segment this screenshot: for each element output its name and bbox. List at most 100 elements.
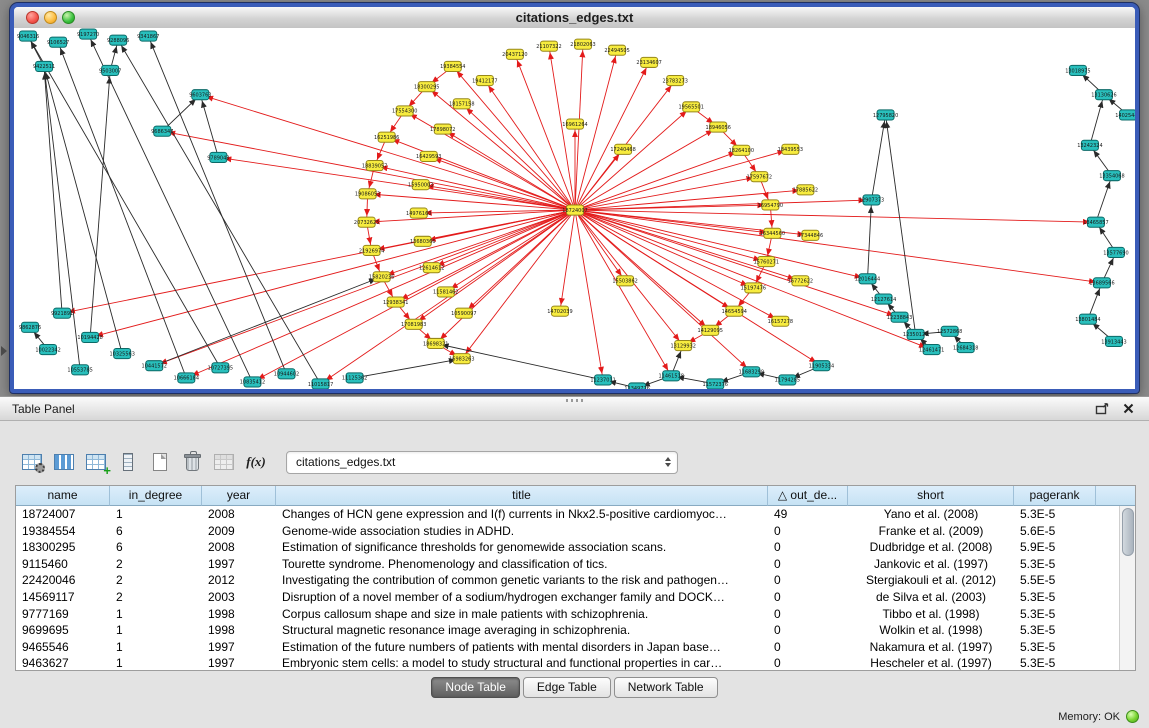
network-node[interactable]: 18157158 (449, 99, 474, 109)
network-node[interactable]: 17898072 (430, 124, 455, 134)
network-edge[interactable] (575, 210, 753, 288)
network-node[interactable]: 21802063 (570, 39, 595, 49)
network-node[interactable]: 11572376 (703, 379, 728, 389)
table-row[interactable]: 1872400712008Changes of HCN gene express… (16, 506, 1135, 523)
network-node[interactable]: 9862876 (19, 322, 41, 332)
network-node[interactable]: 13242324 (1077, 140, 1102, 150)
network-node[interactable]: 10325563 (109, 349, 134, 359)
row-height-icon-button[interactable] (112, 448, 144, 476)
network-node[interactable]: 11905334 (809, 361, 834, 371)
network-node[interactable]: 9921891 (51, 308, 73, 318)
table-options-icon-button[interactable] (16, 448, 48, 476)
network-node[interactable]: 9288096 (107, 35, 129, 45)
network-node[interactable]: 10666184 (174, 373, 199, 383)
network-node[interactable]: 10441572 (142, 361, 167, 371)
table-row[interactable]: 911546021997Tourette syndrome. Phenomeno… (16, 556, 1135, 573)
table-scrollbar[interactable] (1119, 506, 1135, 670)
table-scrollbar-thumb[interactable] (1122, 508, 1134, 556)
network-edge[interactable] (485, 81, 575, 210)
tab-edge-table[interactable]: Edge Table (523, 677, 611, 698)
network-node[interactable]: 22494505 (604, 45, 629, 55)
float-panel-icon[interactable] (1093, 401, 1111, 417)
collapse-panel-arrow-icon[interactable] (1, 346, 7, 356)
new-column-icon-button[interactable] (144, 448, 176, 476)
network-node[interactable]: 18839057 (362, 160, 387, 170)
network-edge[interactable] (575, 210, 671, 376)
network-edge[interactable] (44, 66, 80, 369)
network-node[interactable]: 10727395 (208, 363, 233, 373)
network-node[interactable]: 11794285 (775, 375, 800, 385)
network-node[interactable]: 12938341 (383, 297, 408, 307)
network-edge[interactable] (453, 66, 575, 210)
network-edge[interactable] (575, 127, 718, 210)
network-window-titlebar[interactable]: citations_edges.txt (14, 7, 1135, 29)
network-svg[interactable]: 1872400719384554183002951755430016251986… (14, 28, 1135, 389)
network-node[interactable]: 23134607 (636, 57, 661, 67)
network-node[interactable]: 15820236 (369, 272, 394, 282)
network-node[interactable]: 10944602 (274, 369, 299, 379)
network-edge[interactable] (44, 66, 62, 313)
network-node[interactable]: 17554300 (392, 106, 417, 116)
network-node[interactable]: 18300295 (414, 82, 439, 92)
network-edge[interactable] (396, 210, 575, 302)
column-header-short[interactable]: short (848, 486, 1014, 506)
network-node[interactable]: 16429593 (416, 151, 441, 161)
column-header-year[interactable]: year (202, 486, 276, 506)
network-node[interactable]: 16157278 (768, 316, 793, 326)
network-edge[interactable] (515, 54, 575, 210)
network-node[interactable]: 10553785 (67, 365, 92, 375)
network-node[interactable]: 13354068 (1099, 171, 1124, 181)
network-node[interactable]: 13913443 (1101, 336, 1126, 346)
network-node[interactable]: 12684318 (953, 342, 978, 352)
column-header-in_degree[interactable]: in_degree (110, 486, 202, 506)
network-node[interactable]: 16344560 (760, 228, 785, 238)
network-node[interactable]: 11125362 (342, 373, 367, 383)
network-edge[interactable] (436, 210, 575, 343)
network-node[interactable]: 17081983 (401, 319, 426, 329)
network-node[interactable]: 9686347 (151, 126, 173, 136)
network-node[interactable]: 12238843 (887, 312, 912, 322)
function-builder-icon-button[interactable]: f(x) (240, 448, 272, 476)
network-node[interactable]: 19565501 (679, 102, 704, 112)
network-node[interactable]: 18698321 (423, 338, 448, 348)
network-node[interactable]: 17240468 (610, 144, 635, 154)
network-edge[interactable] (88, 34, 252, 382)
network-edge[interactable] (186, 210, 575, 378)
network-node[interactable]: 17597672 (747, 172, 772, 182)
network-node[interactable]: 18439553 (778, 144, 803, 154)
network-edge[interactable] (355, 359, 462, 378)
network-edge[interactable] (62, 210, 575, 313)
network-edge[interactable] (154, 277, 381, 366)
network-edge[interactable] (429, 156, 575, 210)
network-node[interactable]: 9789043 (207, 152, 229, 162)
network-edge[interactable] (575, 210, 900, 317)
network-node[interactable]: 23783273 (662, 76, 687, 86)
delete-table-icon-button[interactable] (176, 448, 208, 476)
merge-table-icon-button[interactable] (208, 448, 240, 476)
network-node[interactable]: 13577690 (1103, 247, 1128, 257)
table-row[interactable]: 1456911722003Disruption of a novel membe… (16, 589, 1135, 606)
network-node[interactable]: 13130626 (1091, 90, 1116, 100)
network-node[interactable]: 19086053 (355, 189, 380, 199)
network-edge[interactable] (575, 210, 603, 380)
network-node[interactable]: 19412177 (472, 76, 497, 86)
network-view-canvas[interactable]: 1872400719384554183002951755430016251986… (14, 28, 1135, 389)
network-node[interactable]: 12614612 (419, 263, 444, 273)
network-node[interactable]: 9422511 (33, 61, 55, 71)
network-node[interactable]: 9046316 (17, 31, 39, 41)
table-select-dropdown[interactable]: citations_edges.txt (286, 451, 678, 474)
network-node[interactable]: 12907373 (859, 195, 884, 205)
network-node[interactable]: 20732625 (354, 217, 379, 227)
import-table-icon-button[interactable] (80, 448, 112, 476)
network-node[interactable]: 14702039 (547, 306, 572, 316)
network-node[interactable]: 18946056 (706, 122, 731, 132)
table-row[interactable]: 946554611997Estimation of the future num… (16, 639, 1135, 656)
minimize-window-button[interactable] (44, 11, 57, 24)
network-node[interactable]: 9503007 (99, 65, 121, 75)
network-node[interactable]: 9197270 (77, 29, 99, 39)
network-edge[interactable] (575, 210, 1096, 222)
network-node[interactable]: 16772622 (788, 276, 813, 286)
show-columns-icon-button[interactable] (48, 448, 80, 476)
network-node[interactable]: 20437120 (502, 49, 527, 59)
network-node[interactable]: 16954790 (758, 200, 783, 210)
